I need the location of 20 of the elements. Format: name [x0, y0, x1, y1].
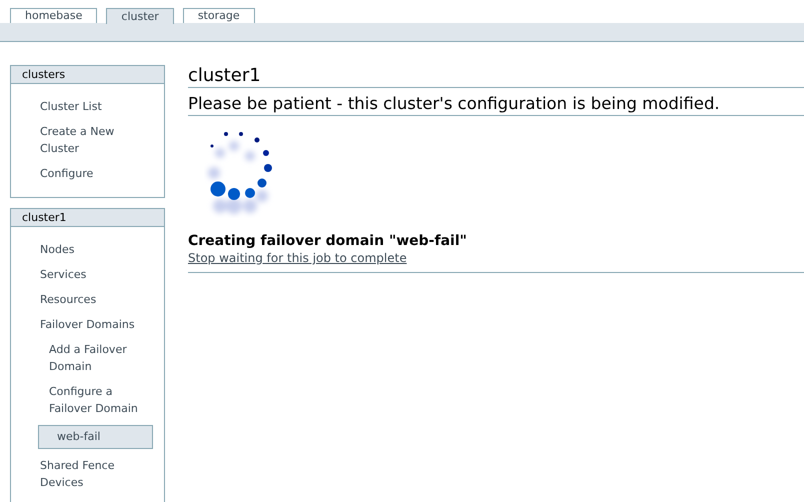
status-heading: Please be patient - this cluster's configuration is being modified. — [188, 93, 721, 115]
sidebar-link[interactable]: Nodes — [11, 241, 164, 258]
sidebar-link[interactable]: Configure a Failover Domain — [11, 383, 164, 417]
job-status-text: Creating failover domain "web-fail" — [188, 232, 468, 250]
page-title: cluster1 — [188, 65, 262, 87]
panel-header: clusters — [11, 66, 164, 84]
sidebar-link[interactable]: Configure — [11, 165, 164, 182]
sidebar-link[interactable]: Failover Domains — [11, 316, 164, 333]
sidebar-link[interactable]: Services — [11, 266, 164, 283]
nav-tab[interactable]: cluster — [106, 8, 174, 24]
nav-tab[interactable]: storage — [182, 8, 255, 23]
sidebar-link[interactable]: Shared Fence Devices — [11, 457, 164, 491]
sidebar-link[interactable]: web-fail — [38, 425, 153, 449]
nav-tab[interactable]: homebase — [10, 8, 98, 23]
sidebar-link[interactable]: Add a Failover Domain — [11, 341, 164, 375]
stop-waiting-link[interactable]: Stop waiting for this job to complete — [188, 250, 407, 266]
sidebar-link[interactable]: Cluster List — [11, 98, 164, 115]
panel-header: cluster1 — [11, 209, 164, 227]
sidebar-link[interactable]: Resources — [11, 291, 164, 308]
sidebar-link[interactable]: Create a New Cluster — [11, 123, 164, 157]
